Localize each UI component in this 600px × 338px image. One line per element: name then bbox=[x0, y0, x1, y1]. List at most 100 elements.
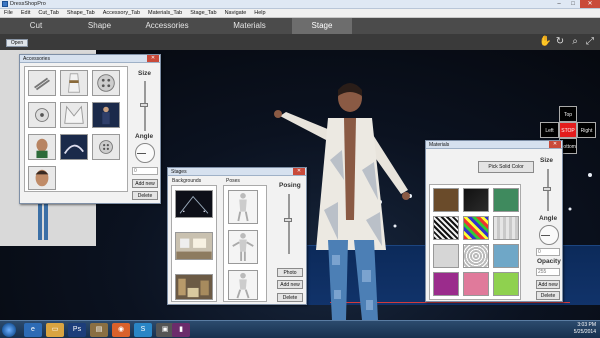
materials-close-button[interactable]: ✕ bbox=[549, 141, 561, 148]
explorer-icon[interactable]: ▤ bbox=[90, 323, 108, 337]
material-swatch-pink[interactable] bbox=[463, 272, 489, 296]
clock-date: 5/25/2014 bbox=[573, 329, 596, 335]
accessory-thumb-dark-swirl[interactable] bbox=[60, 134, 88, 160]
stages-add-new-button[interactable]: Add new bbox=[277, 280, 303, 289]
pose-thumb-3[interactable] bbox=[228, 270, 258, 300]
tab-cut[interactable]: Cut bbox=[0, 18, 72, 34]
minimize-button[interactable]: – bbox=[552, 0, 566, 8]
photoshop-icon[interactable]: Ps bbox=[68, 323, 86, 337]
accessories-angle-dial[interactable] bbox=[135, 143, 155, 163]
menu-stage-tab[interactable]: Stage_Tab bbox=[186, 10, 220, 16]
accessories-add-new-button[interactable]: Add new bbox=[132, 179, 158, 188]
accessory-thumb-model-head[interactable] bbox=[28, 134, 56, 160]
tab-accessories[interactable]: Accessories bbox=[127, 18, 207, 34]
menu-shape-tab[interactable]: Shape_Tab bbox=[63, 10, 99, 16]
ie-icon[interactable]: e bbox=[24, 323, 42, 337]
clock-time: 3:03 PM bbox=[577, 322, 596, 328]
dressshop-taskbar-icon[interactable]: ▮ bbox=[172, 323, 190, 337]
tab-materials[interactable]: Materials bbox=[207, 18, 292, 34]
background-thumb-runway[interactable] bbox=[175, 190, 213, 218]
pose-thumb-1[interactable] bbox=[228, 190, 258, 224]
material-swatch-lime[interactable] bbox=[493, 272, 519, 296]
backgrounds-header: Backgrounds bbox=[172, 178, 202, 184]
open-button[interactable]: Open bbox=[6, 39, 28, 47]
menu-materials-tab[interactable]: Materials_Tab bbox=[144, 10, 186, 16]
stages-close-button[interactable]: ✕ bbox=[293, 168, 305, 175]
material-swatch-grey-knit[interactable] bbox=[433, 244, 459, 268]
rotate-top-button[interactable]: Top bbox=[559, 106, 577, 122]
main-tabs: Cut Shape Accessories Materials Stage bbox=[0, 18, 600, 34]
materials-grid bbox=[429, 184, 521, 300]
photo-button[interactable]: Photo bbox=[277, 268, 303, 277]
opacity-value[interactable]: 255 bbox=[536, 268, 560, 276]
tab-stage[interactable]: Stage bbox=[292, 18, 352, 34]
accessory-thumb-button[interactable] bbox=[92, 70, 120, 96]
accessory-thumb-belt[interactable] bbox=[60, 70, 88, 96]
material-swatch-black[interactable] bbox=[463, 188, 489, 212]
materials-angle-value[interactable]: 0 bbox=[536, 248, 560, 256]
material-swatch-leather[interactable] bbox=[433, 188, 459, 212]
rotate-right-button[interactable]: Right bbox=[577, 122, 596, 138]
accessory-thumb-face[interactable] bbox=[28, 166, 56, 190]
rotate-icon[interactable]: ↻ bbox=[554, 36, 566, 48]
accessory-thumb-dark-figure[interactable] bbox=[92, 102, 120, 128]
accessories-close-button[interactable]: ✕ bbox=[147, 55, 159, 62]
accessories-delete-button[interactable]: Delete bbox=[132, 191, 158, 200]
materials-window: Materials ✕ Pick Solid Color Size Angle … bbox=[425, 140, 563, 302]
accessories-window: Accessories ✕ Size Angle 0 Add new Delet… bbox=[19, 54, 161, 204]
posing-slider-knob[interactable] bbox=[284, 218, 292, 222]
menu-cut-tab[interactable]: Cut_Tab bbox=[34, 10, 63, 16]
materials-delete-button[interactable]: Delete bbox=[536, 291, 560, 300]
stages-delete-button[interactable]: Delete bbox=[277, 293, 303, 302]
accessory-thumb-button-small[interactable] bbox=[28, 102, 56, 128]
stages-title-text: Stages bbox=[171, 169, 187, 175]
pose-thumb-2[interactable] bbox=[228, 230, 258, 264]
stages-window-title: Stages ✕ bbox=[168, 168, 306, 176]
materials-size-slider-knob[interactable] bbox=[543, 187, 551, 191]
accessories-angle-value[interactable]: 0 bbox=[132, 167, 158, 175]
accessory-thumb-button-alt[interactable] bbox=[92, 134, 120, 160]
material-swatch-green[interactable] bbox=[493, 188, 519, 212]
materials-add-new-button[interactable]: Add new bbox=[536, 280, 560, 289]
backgrounds-list bbox=[171, 185, 217, 302]
menu-navigate[interactable]: Navigate bbox=[221, 10, 251, 16]
material-swatch-purple[interactable] bbox=[433, 272, 459, 296]
accessories-size-label: Size bbox=[138, 70, 152, 77]
start-button[interactable] bbox=[2, 323, 16, 337]
material-swatch-check[interactable] bbox=[493, 216, 519, 240]
skype-icon[interactable]: S bbox=[134, 323, 152, 337]
accessories-title-text: Accessories bbox=[23, 56, 50, 62]
background-thumb-room[interactable] bbox=[175, 232, 213, 260]
posing-slider[interactable] bbox=[288, 194, 290, 254]
menu-edit[interactable]: Edit bbox=[17, 10, 34, 16]
materials-angle-dial[interactable] bbox=[539, 225, 559, 245]
menu-help[interactable]: Help bbox=[250, 10, 269, 16]
tab-shape[interactable]: Shape bbox=[72, 18, 127, 34]
hand-pan-icon[interactable]: ✋ bbox=[539, 36, 551, 48]
accessory-thumb-tools[interactable] bbox=[28, 70, 56, 96]
material-swatch-houndstooth[interactable] bbox=[433, 216, 459, 240]
system-tray: 3:03 PM 5/25/2014 bbox=[574, 322, 596, 336]
material-swatch-harlequin[interactable] bbox=[463, 216, 489, 240]
expand-icon[interactable]: ⤢ bbox=[584, 36, 596, 48]
zoom-icon[interactable]: ⌕ bbox=[569, 36, 581, 48]
material-swatch-denim[interactable] bbox=[493, 244, 519, 268]
accessories-size-slider-knob[interactable] bbox=[140, 103, 148, 107]
menu-accessory-tab[interactable]: Accessory_Tab bbox=[99, 10, 144, 16]
accessory-thumb-collar[interactable] bbox=[60, 102, 88, 128]
pick-solid-color-button[interactable]: Pick Solid Color bbox=[478, 161, 534, 173]
close-window-button[interactable]: ✕ bbox=[580, 0, 600, 8]
background-thumb-street[interactable] bbox=[175, 274, 213, 300]
toolbar: Open ✋ ↻ ⌕ ⤢ bbox=[0, 34, 600, 50]
materials-size-label: Size bbox=[540, 157, 554, 164]
app-icon bbox=[2, 1, 8, 7]
menu-file[interactable]: File bbox=[0, 10, 17, 16]
stop-button[interactable]: STOP bbox=[559, 122, 577, 138]
rotate-left-button[interactable]: Left bbox=[540, 122, 559, 138]
stages-window: Stages ✕ Backgrounds Poses Posing Photo … bbox=[167, 167, 307, 305]
material-swatch-lace[interactable] bbox=[463, 244, 489, 268]
maximize-button[interactable]: □ bbox=[566, 0, 580, 8]
opacity-label: Opacity bbox=[537, 258, 561, 265]
folder-icon[interactable]: ▭ bbox=[46, 323, 64, 337]
firefox-icon[interactable]: ◉ bbox=[112, 323, 130, 337]
